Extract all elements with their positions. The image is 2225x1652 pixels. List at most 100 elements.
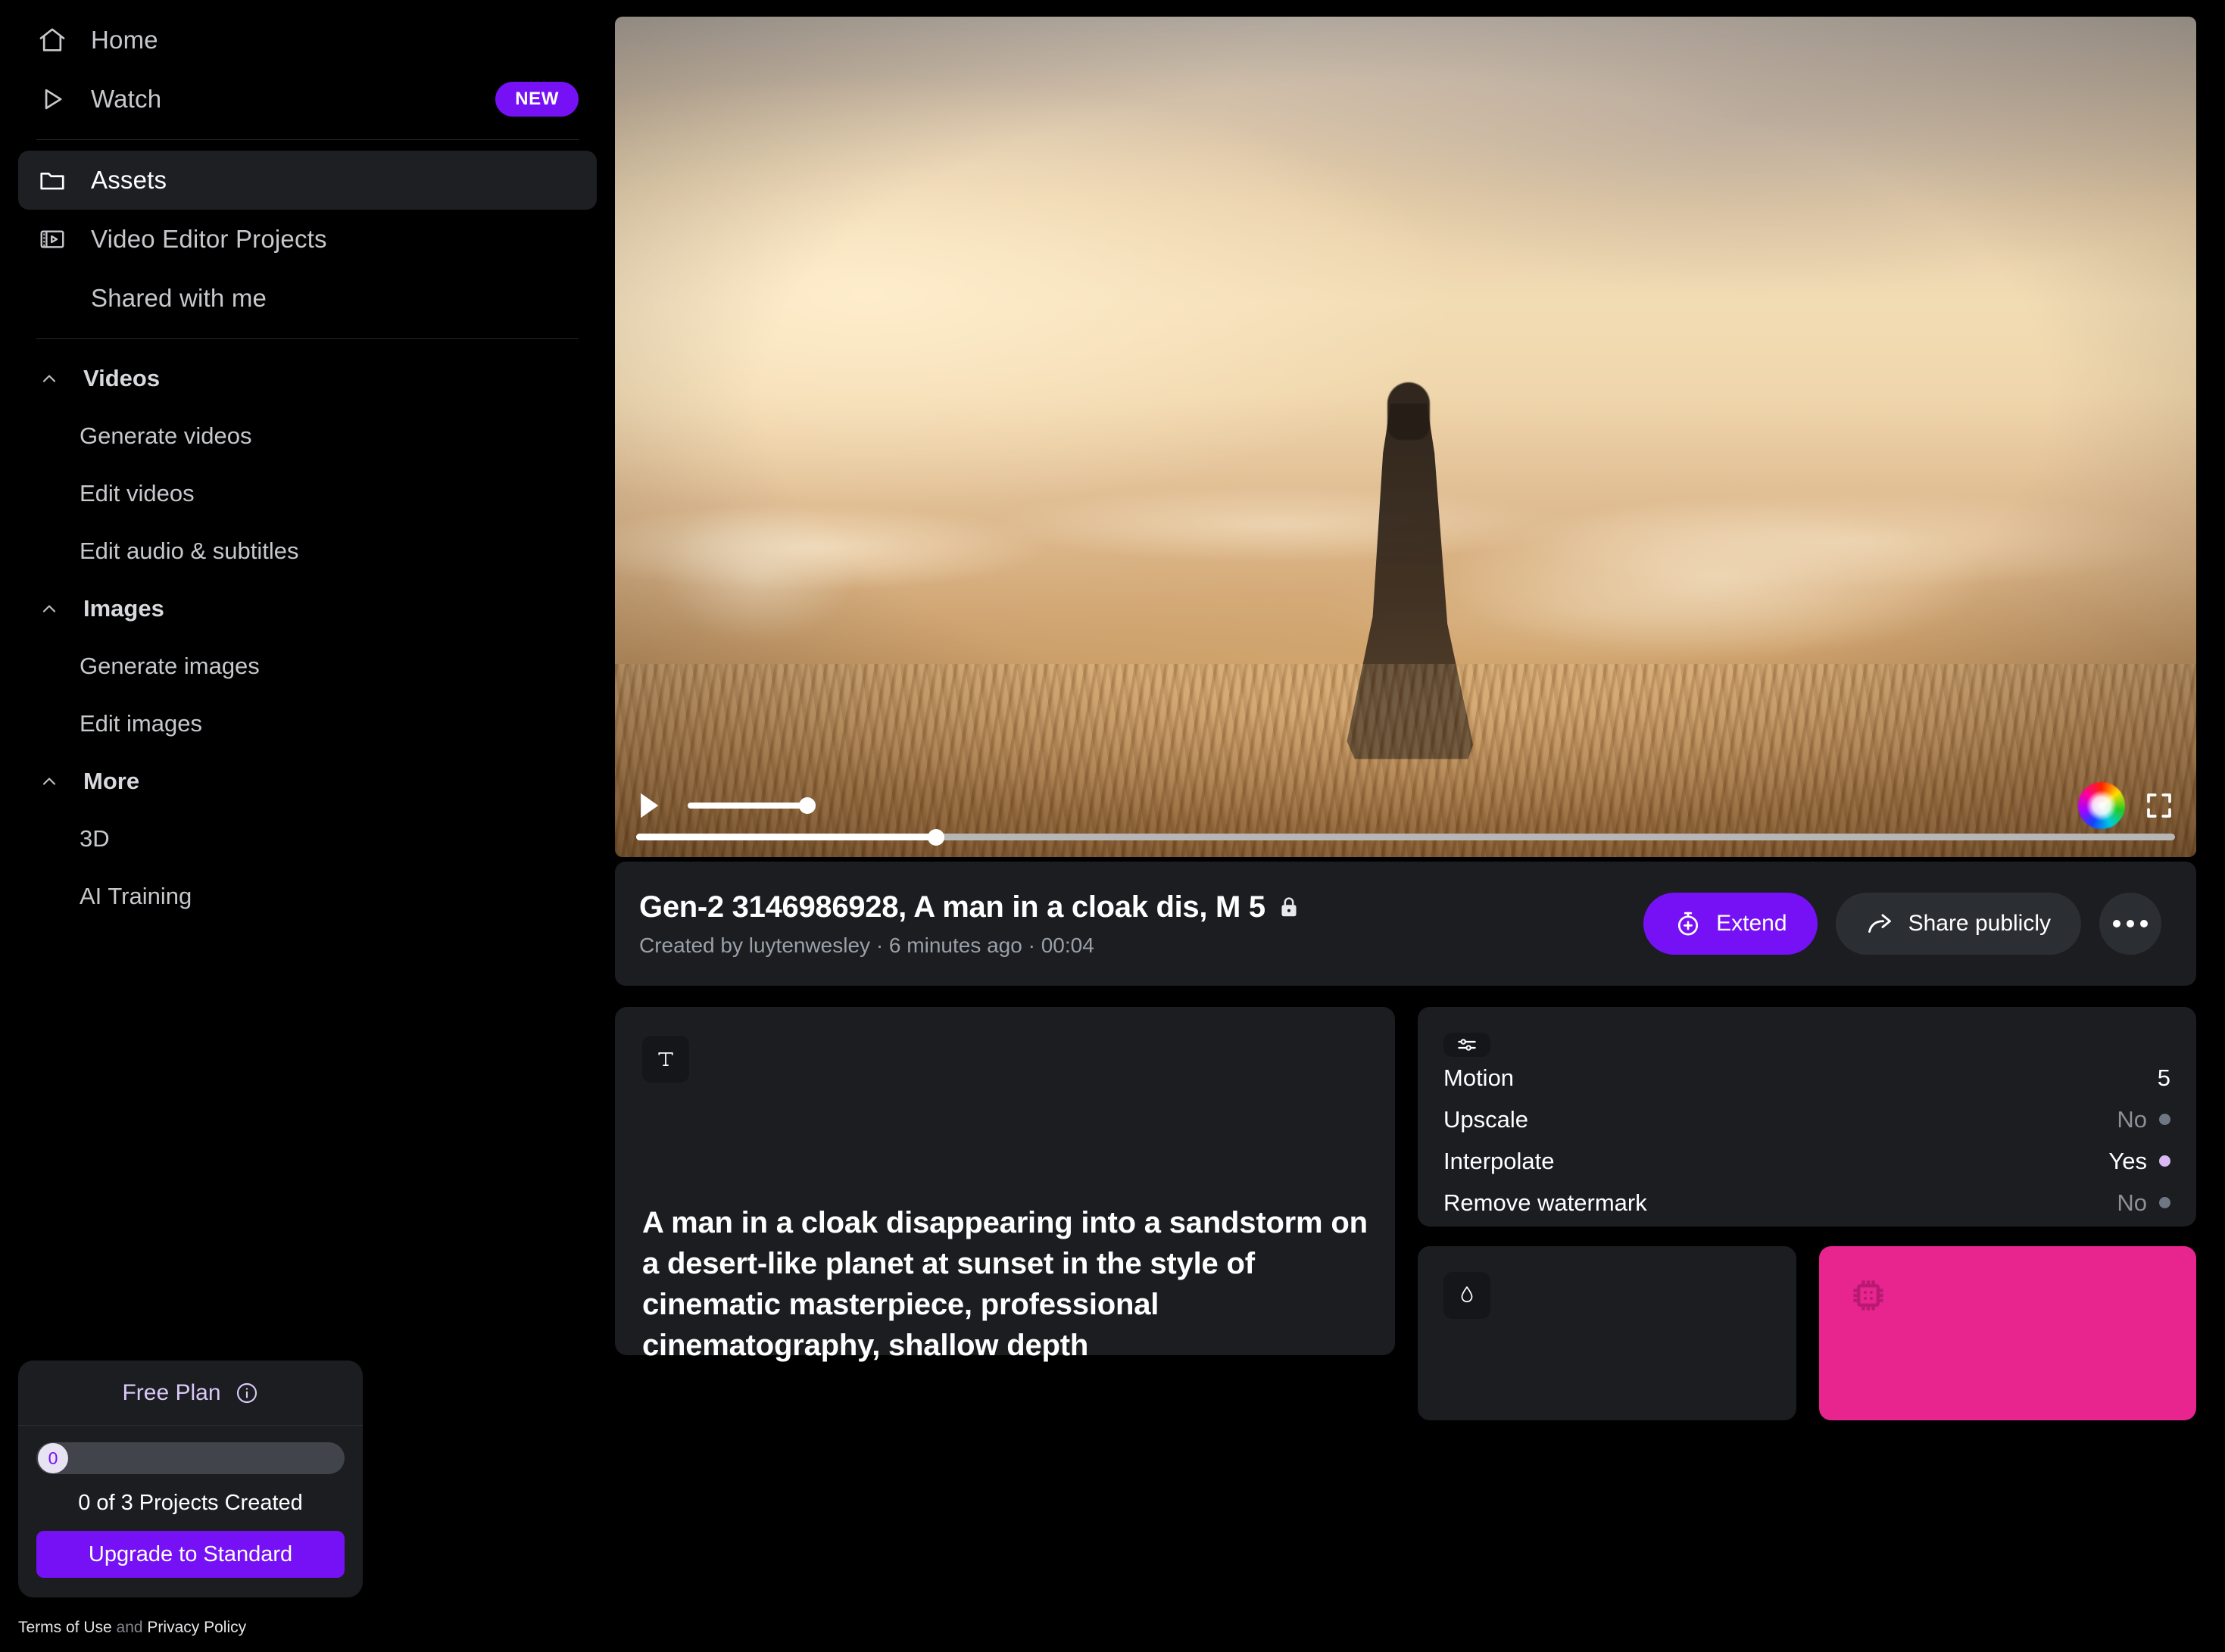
video-progress-scrubber[interactable] — [636, 828, 2175, 846]
volume-slider[interactable] — [688, 797, 816, 814]
info-circle-icon[interactable] — [235, 1381, 259, 1405]
share-button-label: Share publicly — [1908, 911, 2051, 936]
sidebar-item-label: Video Editor Projects — [91, 225, 327, 253]
chevron-up-icon — [36, 596, 62, 622]
more-options-button[interactable] — [2099, 893, 2161, 955]
status-badge-new: NEW — [495, 82, 579, 117]
setting-value-wrap: 5 — [2158, 1064, 2170, 1092]
privacy-policy-link[interactable]: Privacy Policy — [147, 1619, 246, 1636]
sidebar-item-label: AI Training — [80, 883, 192, 909]
share-publicly-button[interactable]: Share publicly — [1835, 893, 2081, 955]
sidebar-group-more[interactable]: More — [0, 753, 615, 810]
ellipsis-icon — [2140, 920, 2148, 927]
sidebar-item-label: Edit videos — [80, 480, 195, 507]
upgrade-to-standard-button[interactable]: Upgrade to Standard — [36, 1531, 345, 1578]
audio-card[interactable] — [1418, 1246, 1796, 1420]
spacer-icon — [36, 282, 68, 314]
sidebar-group-videos[interactable]: Videos — [0, 350, 615, 407]
player-right-controls — [2078, 782, 2183, 829]
video-progress-knob[interactable] — [928, 828, 945, 846]
setting-label: Interpolate — [1443, 1147, 1555, 1174]
home-icon — [36, 24, 68, 56]
sidebar-item-label: Home — [91, 26, 158, 54]
video-player[interactable] — [615, 17, 2196, 857]
sidebar-group-label: More — [83, 768, 140, 794]
sidebar-item-edit-videos[interactable]: Edit videos — [0, 465, 615, 522]
sidebar-item-3d[interactable]: 3D — [0, 810, 615, 868]
ellipsis-icon — [2113, 920, 2120, 927]
setting-value: No — [2117, 1189, 2147, 1216]
extend-button[interactable]: Extend — [1643, 893, 1818, 955]
setting-value-wrap: No — [2117, 1106, 2170, 1133]
bottom-cards-row — [1418, 1246, 2196, 1420]
plan-progress-bar[interactable]: 0 — [36, 1442, 345, 1474]
setting-row-motion[interactable]: Motion 5 — [1443, 1057, 2170, 1099]
asset-info-left: Gen-2 3146986928, A man in a cloak dis, … — [639, 890, 1299, 958]
asset-info-bar: Gen-2 3146986928, A man in a cloak dis, … — [615, 862, 2196, 986]
status-dot — [2159, 1155, 2170, 1167]
setting-value: Yes — [2108, 1147, 2147, 1174]
setting-label: Upscale — [1443, 1105, 1528, 1133]
chevron-up-icon — [36, 768, 62, 794]
status-dot — [2159, 1197, 2170, 1208]
sidebar-item-label: Watch — [91, 85, 162, 113]
sidebar-top-nav: Home Watch NEW Assets Video Editor Proje… — [0, 0, 615, 339]
player-controls — [615, 778, 2196, 857]
sidebar-item-home[interactable]: Home — [18, 11, 597, 70]
main-content: Gen-2 3146986928, A man in a cloak dis, … — [615, 0, 2225, 1652]
sidebar-item-label: 3D — [80, 825, 110, 852]
folder-icon — [36, 164, 68, 196]
sidebar-item-edit-audio-subtitles[interactable]: Edit audio & subtitles — [0, 522, 615, 580]
setting-value-wrap: Yes — [2108, 1148, 2170, 1175]
settings-list: Motion 5 Upscale No Interpolate Yes Remo… — [1443, 1057, 2170, 1223]
asset-meta: Created by luytenwesley · 6 minutes ago … — [639, 933, 1094, 957]
sidebar-item-assets[interactable]: Assets — [18, 151, 597, 210]
plan-title: Free Plan — [122, 1379, 221, 1405]
terms-of-use-link[interactable]: Terms of Use — [18, 1619, 112, 1636]
plan-progress-knob: 0 — [38, 1443, 68, 1473]
extend-button-label: Extend — [1716, 911, 1787, 936]
chip-card[interactable] — [1819, 1246, 2196, 1420]
setting-row-interpolate[interactable]: Interpolate Yes — [1443, 1140, 2170, 1182]
setting-label: Remove watermark — [1443, 1189, 1647, 1216]
setting-row-remove-watermark[interactable]: Remove watermark No — [1443, 1182, 2170, 1223]
sidebar-item-label: Generate images — [80, 653, 260, 679]
chevron-up-icon — [36, 366, 62, 391]
setting-value-wrap: No — [2117, 1189, 2170, 1217]
sidebar-item-watch[interactable]: Watch NEW — [18, 70, 597, 129]
sidebar-divider-2 — [36, 338, 579, 339]
sidebar-divider-1 — [36, 139, 579, 140]
play-outline-icon — [36, 83, 68, 115]
timer-plus-icon — [1674, 909, 1702, 938]
sidebar-item-ai-training[interactable]: AI Training — [0, 868, 615, 925]
app-root: Home Watch NEW Assets Video Editor Proje… — [0, 0, 2225, 1652]
right-column: Motion 5 Upscale No Interpolate Yes Remo… — [1418, 1007, 2196, 1420]
chip-icon — [1845, 1272, 1892, 1319]
legal-and: and — [111, 1619, 148, 1636]
setting-row-upscale[interactable]: Upscale No — [1443, 1099, 2170, 1140]
setting-label: Motion — [1443, 1064, 1515, 1091]
color-wheel-icon[interactable] — [2078, 782, 2125, 829]
legal-links: Terms of Use and Privacy Policy — [18, 1619, 246, 1637]
sidebar-item-edit-images[interactable]: Edit images — [0, 695, 615, 753]
sidebar-item-generate-videos[interactable]: Generate videos — [0, 407, 615, 465]
play-icon[interactable] — [636, 791, 662, 820]
sidebar-group-label: Images — [83, 595, 164, 622]
text-t-icon — [642, 1036, 689, 1083]
sidebar-item-label: Edit audio & subtitles — [80, 538, 299, 564]
sidebar-item-label: Generate videos — [80, 422, 252, 449]
sidebar: Home Watch NEW Assets Video Editor Proje… — [0, 0, 615, 1652]
prompt-text: A man in a cloak disappearing into a san… — [642, 1206, 1368, 1362]
status-dot — [2159, 1114, 2170, 1125]
fullscreen-icon[interactable] — [2143, 790, 2175, 821]
volume-slider-knob[interactable] — [799, 797, 816, 814]
sidebar-item-shared-with-me[interactable]: Shared with me — [18, 269, 597, 328]
sidebar-item-video-editor-projects[interactable]: Video Editor Projects — [18, 210, 597, 269]
sidebar-item-generate-images[interactable]: Generate images — [0, 637, 615, 695]
sidebar-group-images[interactable]: Images — [0, 580, 615, 637]
sliders-icon — [1443, 1033, 1490, 1057]
sidebar-item-label: Edit images — [80, 710, 202, 737]
free-plan-card: Free Plan 0 0 of 3 Projects Created Upgr… — [18, 1361, 363, 1597]
setting-value: 5 — [2157, 1064, 2170, 1091]
settings-card: Motion 5 Upscale No Interpolate Yes Remo… — [1418, 1007, 2196, 1227]
